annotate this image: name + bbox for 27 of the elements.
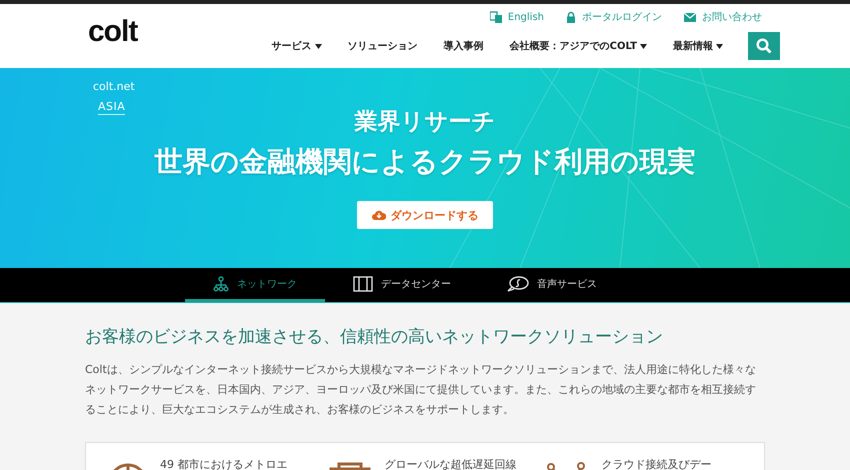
server-icon: [353, 276, 373, 292]
feature-text: クラウド接続及びデー: [601, 457, 712, 470]
site-label: colt.net: [93, 80, 135, 93]
section-paragraph: Coltは、シンプルなインターネット接続サービスから大規模なマネージドネットワークソリューションまで、法人用途に特化した様々なネットワークサービスを、日本国内、アジア、ヨーロッパ及び米国にて提供しています。また、これらの地域の主要な都市を相互接続することにより、巨大なエコシステムが生成され、お客様のビジネスをサポートします。: [85, 362, 757, 418]
network-icon: [213, 276, 229, 292]
search-button[interactable]: [748, 32, 780, 60]
service-tab[interactable]: データセンター: [325, 268, 479, 302]
nav-item[interactable]: 会社概要：アジアでのCOLT: [496, 39, 660, 53]
hero-kicker: 業界リサーチ: [354, 108, 496, 137]
cloud-download-icon: [372, 210, 386, 220]
lock-icon: [566, 11, 576, 23]
feature-text: グローバルな超低遅延回線: [384, 457, 517, 470]
nav-item[interactable]: 導入事例: [430, 39, 497, 53]
section-heading: お客様のビジネスを加速させる、信頼性の高いネットワークソリューション: [85, 326, 664, 348]
nav-item[interactable]: 最新情報: [660, 39, 736, 53]
feature-text: 49 都市におけるメトロエ: [160, 457, 288, 470]
service-tab[interactable]: 音声サービス: [479, 268, 625, 302]
speech-bubble-icon: [507, 276, 529, 292]
nav-item[interactable]: サービス: [258, 39, 335, 53]
download-button[interactable]: ダウンロードする: [357, 201, 493, 229]
envelope-icon: [684, 12, 696, 22]
nav-item[interactable]: ソリューション: [334, 39, 431, 53]
translate-icon: [490, 11, 502, 23]
service-tab[interactable]: ネットワーク: [185, 268, 325, 302]
logo[interactable]: colt: [88, 15, 138, 49]
hero-title: 世界の金融機関によるクラウド利用の現実: [154, 144, 696, 180]
search-icon: [756, 38, 772, 54]
